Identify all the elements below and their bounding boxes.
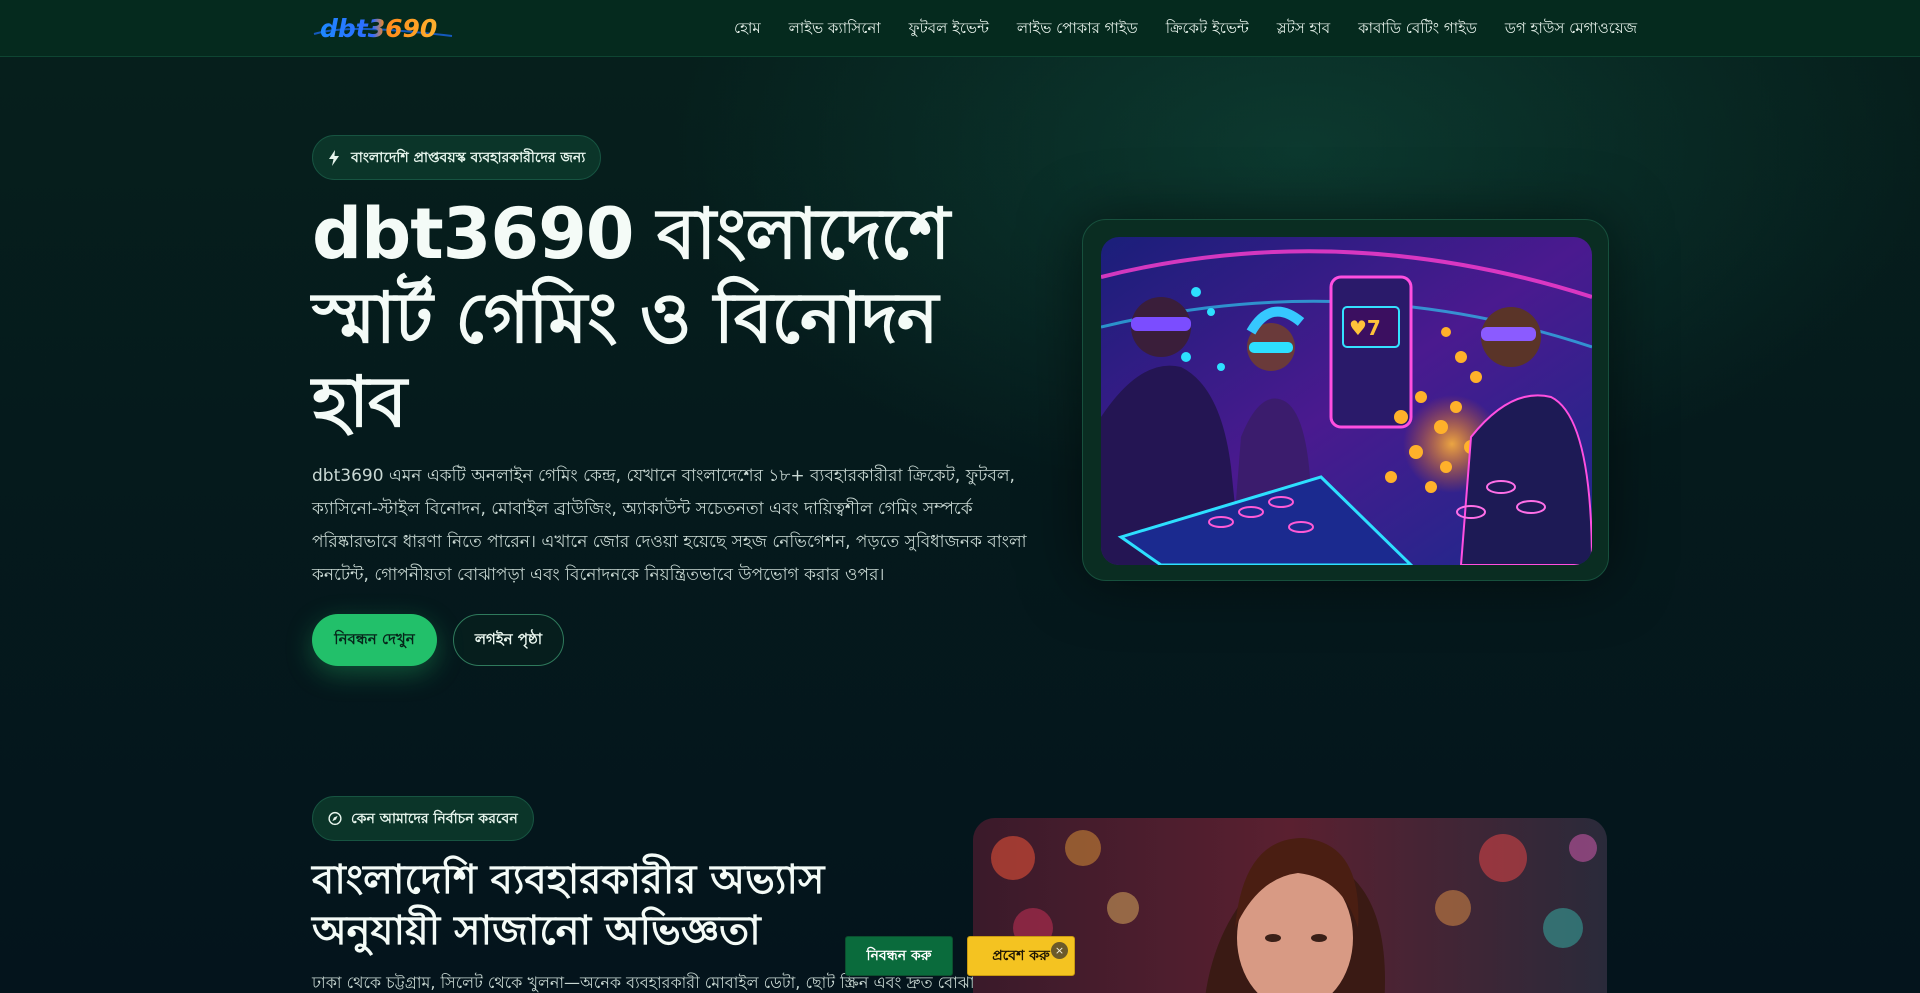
nav-item-dog-house-megaways[interactable]: ডগ হাউস মেগাওয়েজ	[1491, 0, 1651, 57]
hero-casino-illustration: ♥7	[1101, 237, 1592, 565]
lightning-icon	[328, 149, 342, 166]
view-registration-button[interactable]: নিবন্ধন দেখুন	[312, 614, 437, 666]
floating-register-button[interactable]: নিবন্ধন করু	[845, 936, 953, 976]
nav-item-live-casino[interactable]: লাইভ ক্যাসিনো	[775, 0, 895, 57]
hero-image-frame: ♥7	[1082, 219, 1609, 581]
why-badge: কেন আমাদের নির্বাচন করবেন	[312, 796, 534, 841]
why-badge-label: কেন আমাদের নির্বাচন করবেন	[351, 810, 518, 827]
audience-badge-label: বাংলাদেশি প্রাপ্তবয়স্ক ব্যবহারকারীদের জ…	[351, 149, 586, 166]
top-navbar: dbt3690 হোম লাইভ ক্যাসিনো ফুটবল ইভেন্ট ল…	[0, 0, 1920, 57]
login-page-button[interactable]: লগইন পৃষ্ঠা	[453, 614, 564, 666]
nav-item-cricket-events[interactable]: ক্রিকেট ইভেন্ট	[1152, 0, 1263, 57]
logo-text: dbt3690	[320, 14, 437, 43]
nav-item-kabaddi-guide[interactable]: কাবাডি বেটিং গাইড	[1344, 0, 1491, 57]
audience-badge: বাংলাদেশি প্রাপ্তবয়স্ক ব্যবহারকারীদের জ…	[312, 135, 602, 180]
nav-item-home[interactable]: হোম	[720, 0, 775, 57]
svg-text:♥7: ♥7	[1349, 316, 1381, 340]
nav-item-football-events[interactable]: ফুটবল ইভেন্ট	[895, 0, 1003, 57]
hero-title: dbt3690 বাংলাদেশে স্মার্ট গেমিং ও বিনোদন…	[312, 193, 950, 443]
close-icon[interactable]: ×	[1051, 942, 1068, 959]
nav-item-live-poker-guide[interactable]: লাইভ পোকার গাইড	[1003, 0, 1152, 57]
main-navigation: হোম লাইভ ক্যাসিনো ফুটবল ইভেন্ট লাইভ পোকা…	[720, 0, 1651, 57]
site-logo[interactable]: dbt3690	[312, 12, 454, 46]
compass-icon	[328, 811, 342, 827]
nav-item-slots-hub[interactable]: স্লটস হাব	[1263, 0, 1344, 57]
hero-description: dbt3690 এমন একটি অনলাইন গেমিং কেন্দ্র, য…	[312, 466, 1027, 585]
